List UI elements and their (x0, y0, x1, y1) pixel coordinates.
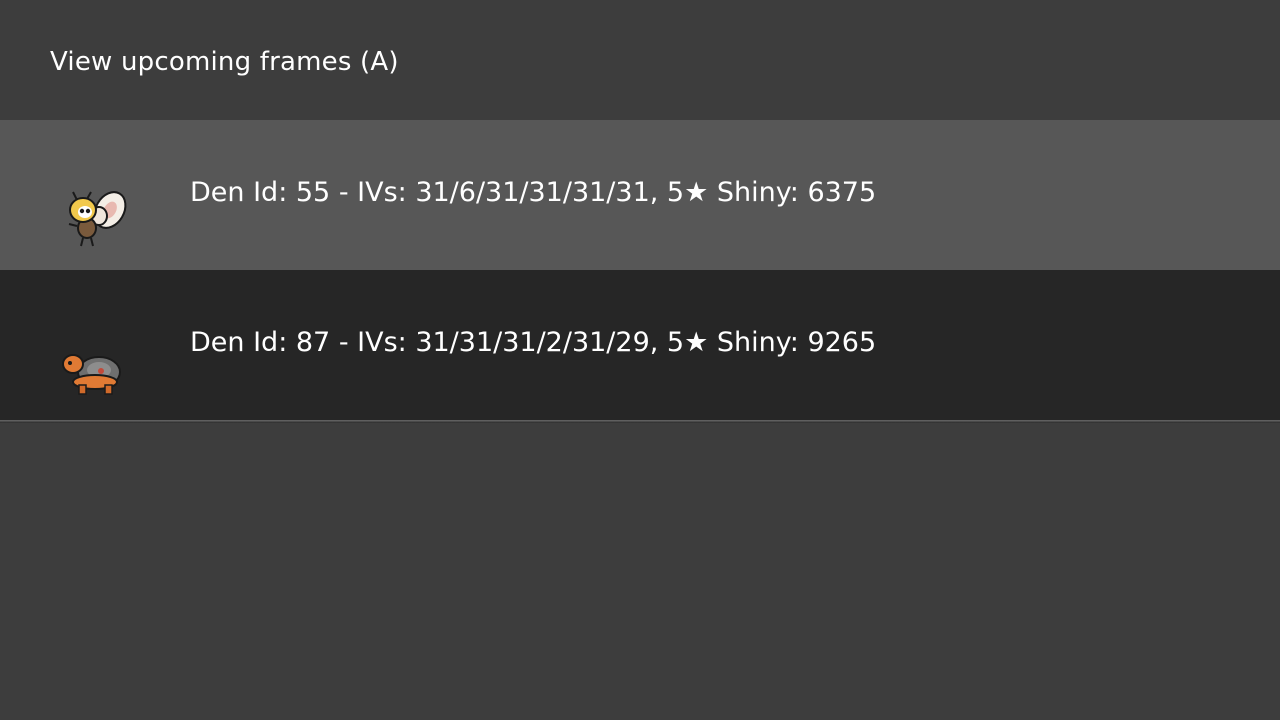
list-item-den-55[interactable]: Den Id: 55 - IVs: 31/6/31/31/31/31, 5★ S… (0, 120, 1280, 270)
list-item-den-87[interactable]: Den Id: 87 - IVs: 31/31/31/2/31/29, 5★ S… (0, 270, 1280, 420)
list-divider (0, 420, 1280, 423)
frame-description: Den Id: 87 - IVs: 31/31/31/2/31/29, 5★ S… (190, 327, 877, 358)
page-title: View upcoming frames (A) (50, 47, 399, 77)
frame-description: Den Id: 55 - IVs: 31/6/31/31/31/31, 5★ S… (190, 177, 877, 208)
torkoal-icon (55, 330, 135, 402)
frames-screen: View upcoming frames (A) Den Id: 55 - IV… (0, 0, 1280, 720)
ribombee-icon (55, 180, 135, 252)
frame-list: Den Id: 55 - IVs: 31/6/31/31/31/31, 5★ S… (0, 120, 1280, 423)
header: View upcoming frames (A) (0, 0, 1280, 120)
